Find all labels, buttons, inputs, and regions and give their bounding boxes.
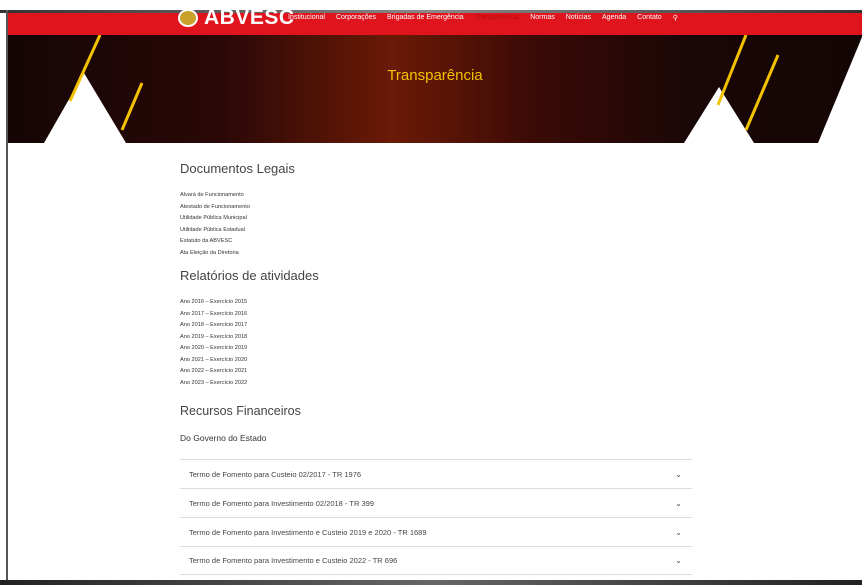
nav-item-agenda[interactable]: Agenda <box>602 14 626 22</box>
report-link[interactable]: Ano 2020 – Exercício 2019 <box>180 343 247 355</box>
accordion-item-label: Termo de Fomento para Investimento 02/20… <box>189 498 374 508</box>
report-link[interactable]: Ano 2021 – Exercício 2020 <box>180 355 247 367</box>
accordion-item-label: Termo de Fomento para Investimento e Cus… <box>189 527 427 537</box>
section-heading-documentos: Documentos Legais <box>180 161 295 176</box>
report-link[interactable]: Ano 2019 – Exercício 2018 <box>180 332 247 344</box>
nav-item-normas[interactable]: Normas <box>530 14 555 22</box>
page-title: Transparência <box>387 67 483 84</box>
accordion-item[interactable]: Termo de Fomento para Investimento 02/20… <box>180 488 692 517</box>
nav-item-transparencia[interactable]: Transparência <box>475 14 520 22</box>
section-heading-recursos: Recursos Financeiros <box>180 404 301 418</box>
accordion-item[interactable]: Termo de Fomento para Custeio 02/2017 - … <box>180 459 692 488</box>
chevron-down-icon[interactable]: ⌄ <box>675 470 682 479</box>
report-link[interactable]: Ano 2018 – Exercício 2017 <box>180 320 247 332</box>
doc-link[interactable]: Ata Eleição da Diretoria <box>180 248 250 260</box>
brand-emblem-icon <box>178 9 198 27</box>
nav-item-corporacoes[interactable]: Corporações <box>336 14 376 22</box>
hero-banner: Transparência <box>8 35 862 143</box>
relatorios-list: Ano 2016 – Exercício 2015 Ano 2017 – Exe… <box>180 297 247 389</box>
doc-link[interactable]: Utilidade Pública Estadual <box>180 225 250 237</box>
main-menu: Institucional Corporações Brigadas de Em… <box>288 14 689 22</box>
doc-link[interactable]: Atestado de Funcionamento <box>180 202 250 214</box>
search-icon[interactable]: ⚲ <box>673 14 678 22</box>
accordion-item-label: Termo de Fomento para Investimento e Cus… <box>189 556 398 565</box>
report-link[interactable]: Ano 2022 – Exercício 2021 <box>180 366 247 378</box>
recursos-accordion: Termo de Fomento para Custeio 02/2017 - … <box>180 459 692 575</box>
documentos-list: Alvará de Funcionamento Atestado de Func… <box>180 190 250 259</box>
accordion-item[interactable]: Termo de Fomento para Investimento e Cus… <box>180 546 692 575</box>
accordion-item-label: Termo de Fomento para Custeio 02/2017 - … <box>189 469 362 479</box>
nav-item-institucional[interactable]: Institucional <box>288 14 325 22</box>
nav-item-contato[interactable]: Contato <box>637 14 662 22</box>
hero-decoration <box>44 35 862 143</box>
nav-item-brigadas[interactable]: Brigadas de Emergência <box>387 14 464 22</box>
subheading-governo: Do Governo do Estado <box>180 433 267 443</box>
chevron-down-icon[interactable]: ⌄ <box>675 499 682 508</box>
report-link[interactable]: Ano 2017 – Exercício 2016 <box>180 309 247 321</box>
doc-link[interactable]: Estatuto da ABVESC <box>180 236 250 248</box>
screenshot-frame-bottom <box>0 580 862 585</box>
brand-logo[interactable]: ABVESC <box>178 6 295 29</box>
accordion-item[interactable]: Termo de Fomento para Investimento e Cus… <box>180 517 692 546</box>
brand-name: ABVESC <box>204 6 295 29</box>
nav-item-noticias[interactable]: Notícias <box>566 14 591 22</box>
doc-link[interactable]: Utilidade Pública Municipal <box>180 213 250 225</box>
doc-link[interactable]: Alvará de Funcionamento <box>180 190 250 202</box>
chevron-down-icon[interactable]: ⌄ <box>675 528 682 537</box>
report-link[interactable]: Ano 2016 – Exercício 2015 <box>180 297 247 309</box>
report-link[interactable]: Ano 2023 – Exercício 2022 <box>180 378 247 390</box>
section-heading-relatorios: Relatórios de atividades <box>180 268 319 283</box>
chevron-down-icon[interactable]: ⌄ <box>675 556 682 565</box>
